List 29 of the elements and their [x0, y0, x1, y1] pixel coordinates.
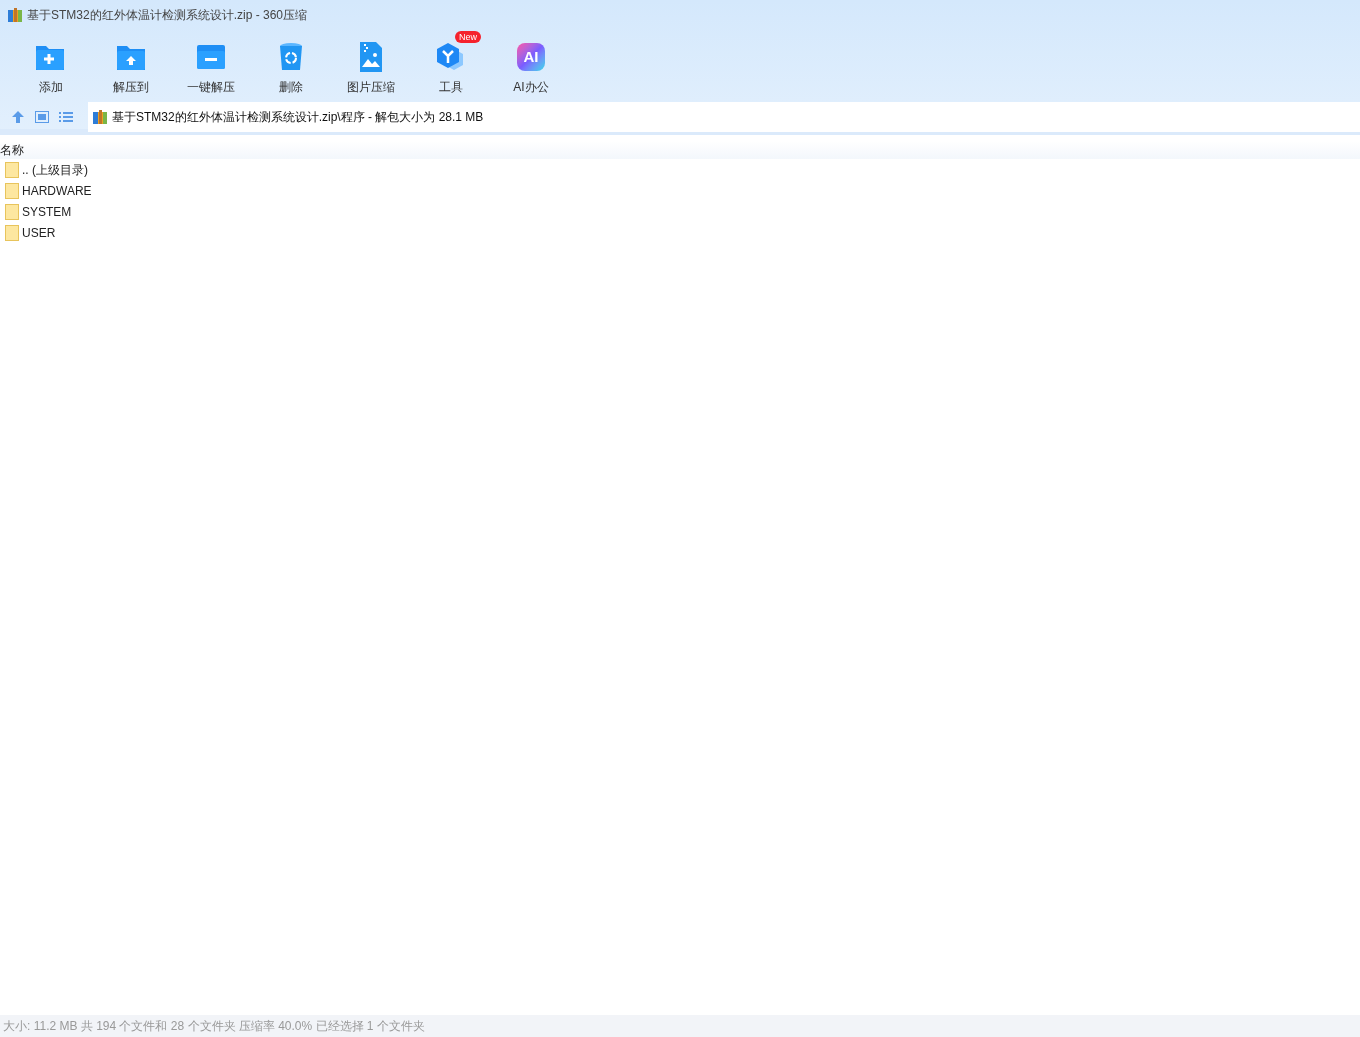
thumbnail-view-icon[interactable] — [35, 111, 49, 123]
window-title: 基于STM32的红外体温计检测系统设计.zip - 360压缩 — [27, 7, 308, 24]
folder-minus-icon — [195, 43, 227, 71]
toolbar-button[interactable]: 一键解压 — [171, 30, 251, 98]
image-file-icon — [358, 41, 384, 73]
status-text: 大小: 11.2 MB 共 194 个文件和 28 个文件夹 压缩率 40.0% 已经选择 1 个文件夹 — [3, 1018, 425, 1035]
toolbar-button[interactable]: AI AI办公 — [491, 30, 571, 98]
toolbar-button[interactable]: 解压到 — [91, 30, 171, 98]
column-header[interactable]: 名称 — [0, 141, 24, 159]
ai-logo-icon: AI — [517, 43, 545, 71]
toolbar-button[interactable]: 图片压缩 — [331, 30, 411, 98]
archive-icon — [7, 7, 23, 23]
file-row[interactable]: HARDWARE — [0, 180, 1360, 201]
folder-icon — [5, 161, 19, 178]
list-view-icon[interactable] — [59, 111, 73, 123]
new-badge: New — [455, 31, 481, 43]
folder-icon — [5, 203, 19, 220]
toolbar-button[interactable]: 删除 — [251, 30, 331, 98]
file-row[interactable]: USER — [0, 222, 1360, 243]
archive-icon — [92, 109, 108, 125]
folder-icon — [5, 182, 19, 199]
address-bar[interactable]: 基于STM32的红外体温计检测系统设计.zip\程序 - 解包大小为 28.1 MB — [88, 102, 1360, 132]
toolbar-button[interactable]: 添加 — [11, 30, 91, 98]
folder-icon — [5, 224, 19, 241]
toolbar-button[interactable]: New 工具 — [411, 30, 491, 98]
up-arrow-icon[interactable] — [11, 110, 25, 124]
file-row[interactable]: .. (上级目录) — [0, 159, 1360, 180]
recycle-bin-icon — [278, 42, 304, 72]
file-row[interactable]: SYSTEM — [0, 201, 1360, 222]
